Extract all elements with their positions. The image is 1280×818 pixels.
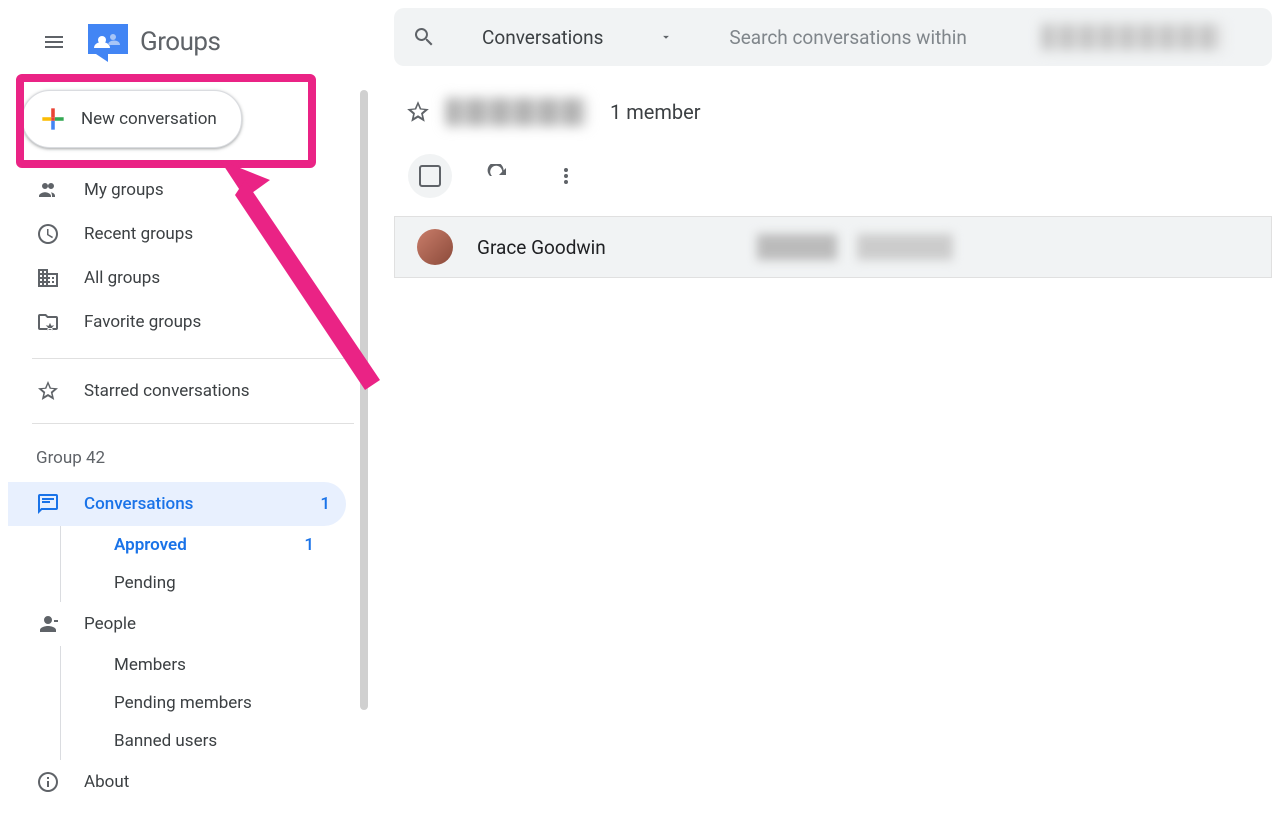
sidebar-sub-pending-members[interactable]: Pending members bbox=[8, 684, 370, 722]
nav-label: Pending members bbox=[114, 693, 252, 713]
tree-line bbox=[60, 564, 61, 602]
chat-icon bbox=[36, 492, 60, 516]
nav-label: Banned users bbox=[114, 731, 217, 751]
nav-label: All groups bbox=[84, 268, 160, 288]
sidebar-item-recent-groups[interactable]: Recent groups bbox=[8, 212, 346, 256]
star-outline-icon bbox=[36, 379, 60, 403]
info-icon bbox=[36, 770, 60, 794]
sidebar-item-conversations[interactable]: Conversations 1 bbox=[8, 482, 346, 526]
search-icon bbox=[412, 25, 436, 49]
sidebar-sub-members[interactable]: Members bbox=[8, 646, 370, 684]
avatar bbox=[417, 229, 453, 265]
sidebar-scrollbar[interactable] bbox=[360, 90, 368, 710]
sidebar: Groups New conversation My groups Recent… bbox=[0, 0, 370, 818]
sidebar-item-people[interactable]: People bbox=[8, 602, 346, 646]
main-menu-button[interactable] bbox=[30, 18, 78, 66]
sidebar-sub-approved[interactable]: Approved 1 bbox=[8, 526, 370, 564]
nav-label: Approved bbox=[114, 535, 187, 555]
redacted-group-name bbox=[446, 98, 586, 126]
building-icon bbox=[36, 266, 60, 290]
search-bar: Conversations bbox=[394, 8, 1272, 66]
conversation-toolbar bbox=[394, 148, 1272, 216]
redacted-text bbox=[757, 234, 837, 260]
search-button[interactable] bbox=[402, 15, 446, 59]
sidebar-item-my-groups[interactable]: My groups bbox=[8, 168, 346, 212]
star-group-button[interactable] bbox=[402, 96, 434, 128]
nav-label: Starred conversations bbox=[84, 381, 250, 401]
sidebar-item-favorite-groups[interactable]: Favorite groups bbox=[8, 300, 346, 344]
nav-label: Favorite groups bbox=[84, 312, 201, 332]
redacted-text bbox=[1042, 24, 1222, 50]
new-conversation-button[interactable]: New conversation bbox=[22, 90, 242, 148]
sender-name: Grace Goodwin bbox=[477, 236, 757, 259]
sidebar-sub-banned-users[interactable]: Banned users bbox=[8, 722, 370, 760]
plus-icon bbox=[37, 103, 69, 135]
more-vert-icon bbox=[554, 164, 578, 188]
conversation-row[interactable]: Grace Goodwin bbox=[394, 216, 1272, 278]
nav-label: Pending bbox=[114, 573, 176, 593]
divider bbox=[32, 423, 354, 424]
nav-label: People bbox=[84, 614, 136, 634]
divider bbox=[32, 358, 354, 359]
people-icon bbox=[36, 178, 60, 202]
app-title: Groups bbox=[140, 27, 220, 57]
redacted-text bbox=[857, 234, 953, 260]
checkbox-icon bbox=[419, 165, 441, 187]
nav-label: Conversations bbox=[84, 494, 193, 514]
sidebar-item-about[interactable]: About bbox=[8, 760, 346, 804]
sidebar-sub-pending[interactable]: Pending bbox=[8, 564, 370, 602]
conversations-count: 1 bbox=[320, 494, 330, 514]
app-logo[interactable]: Groups bbox=[86, 22, 220, 62]
tree-line bbox=[60, 722, 61, 760]
approved-count: 1 bbox=[304, 535, 314, 555]
folder-star-icon bbox=[36, 310, 60, 334]
refresh-button[interactable] bbox=[476, 154, 520, 198]
nav-label: About bbox=[84, 772, 129, 792]
group-section-label: Group 42 bbox=[8, 434, 370, 482]
groups-logo-icon bbox=[86, 22, 130, 62]
more-options-button[interactable] bbox=[544, 154, 588, 198]
sidebar-item-all-groups[interactable]: All groups bbox=[8, 256, 346, 300]
clock-icon bbox=[36, 222, 60, 246]
star-outline-icon bbox=[405, 99, 431, 125]
tree-line bbox=[60, 526, 61, 564]
nav-label: Members bbox=[114, 655, 186, 675]
chevron-down-icon bbox=[659, 30, 673, 44]
nav-label: My groups bbox=[84, 180, 164, 200]
tree-line bbox=[60, 646, 61, 684]
app-header: Groups bbox=[8, 0, 370, 84]
member-count: 1 member bbox=[610, 100, 701, 124]
main-content: Conversations 1 member bbox=[370, 0, 1280, 818]
sidebar-item-starred[interactable]: Starred conversations bbox=[8, 369, 346, 413]
nav-label: Recent groups bbox=[84, 224, 193, 244]
select-all-checkbox[interactable] bbox=[408, 154, 452, 198]
filter-label: Conversations bbox=[482, 26, 603, 49]
person-icon bbox=[36, 612, 60, 636]
group-header: 1 member bbox=[394, 88, 1272, 148]
new-conversation-label: New conversation bbox=[81, 109, 217, 129]
tree-line bbox=[60, 684, 61, 722]
search-filter-dropdown[interactable]: Conversations bbox=[446, 26, 701, 49]
refresh-icon bbox=[486, 164, 510, 188]
hamburger-icon bbox=[42, 30, 66, 54]
